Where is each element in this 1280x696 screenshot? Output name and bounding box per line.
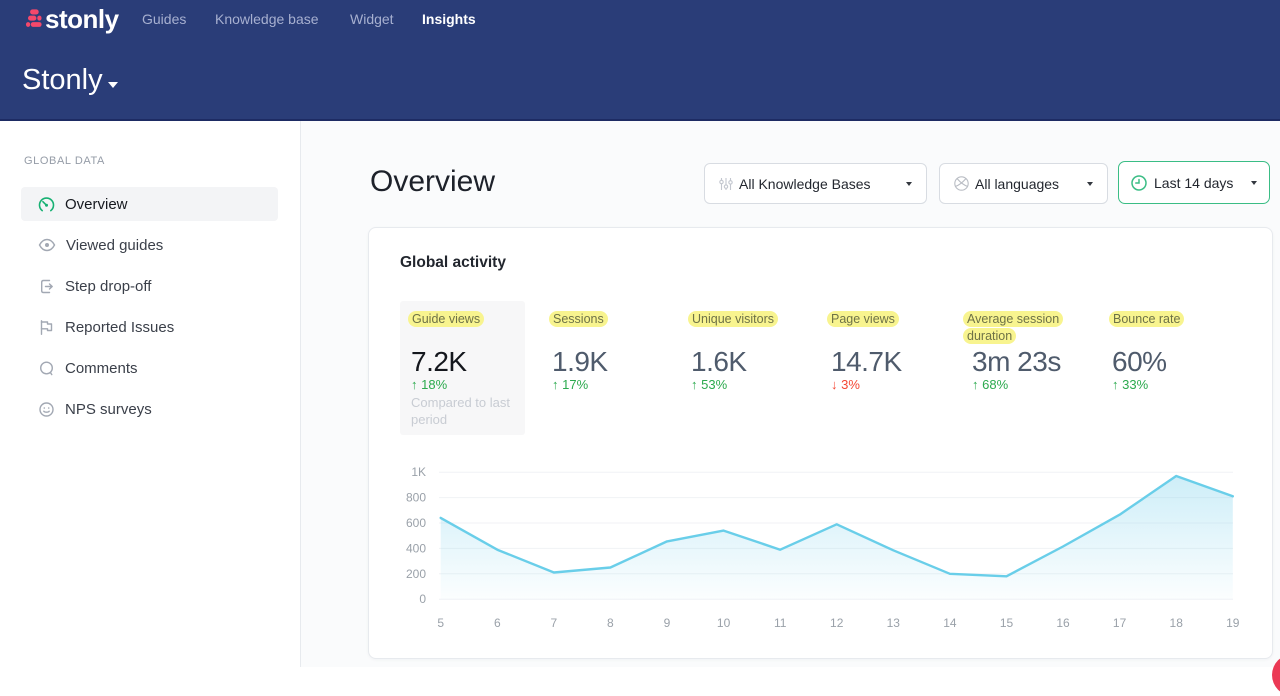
svg-text:8: 8: [607, 616, 614, 630]
svg-text:18: 18: [1170, 616, 1184, 630]
svg-text:800: 800: [406, 491, 426, 505]
svg-text:15: 15: [1000, 616, 1014, 630]
svg-text:200: 200: [406, 567, 426, 581]
svg-text:400: 400: [406, 541, 426, 555]
svg-text:19: 19: [1226, 616, 1240, 630]
svg-text:9: 9: [664, 616, 671, 630]
svg-text:13: 13: [887, 616, 901, 630]
svg-text:14: 14: [943, 616, 957, 630]
svg-text:0: 0: [419, 592, 426, 606]
svg-text:6: 6: [494, 616, 501, 630]
svg-text:11: 11: [774, 616, 787, 630]
svg-text:600: 600: [406, 516, 426, 530]
svg-text:7: 7: [551, 616, 558, 630]
svg-text:5: 5: [437, 616, 444, 630]
svg-text:17: 17: [1113, 616, 1127, 630]
svg-text:16: 16: [1056, 616, 1070, 630]
svg-text:12: 12: [830, 616, 844, 630]
svg-text:10: 10: [717, 616, 731, 630]
svg-text:1K: 1K: [411, 465, 426, 479]
